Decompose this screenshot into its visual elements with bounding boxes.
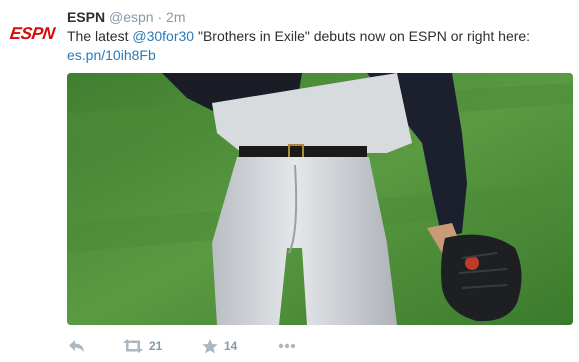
mention-link[interactable]: @30for30: [132, 28, 194, 44]
timestamp[interactable]: 2m: [166, 9, 185, 25]
tweet-header: ESPN @espn · 2m: [67, 8, 186, 26]
reply-icon: [69, 340, 84, 352]
tweet-text-body: "Brothers in Exile" debuts now on ESPN o…: [194, 28, 531, 44]
retweet-icon: [123, 339, 143, 353]
baseball-player-photo: [67, 73, 573, 325]
tweet-text: The latest @30for30 "Brothers in Exile" …: [67, 27, 572, 65]
favorite-button[interactable]: 14: [202, 336, 237, 356]
more-button[interactable]: [278, 336, 296, 356]
tweet-text-prefix: The latest: [67, 28, 133, 44]
espn-logo: ESPN: [8, 24, 56, 43]
tweet-actions: 21 14: [67, 336, 567, 356]
account-handle[interactable]: @espn: [109, 9, 154, 25]
star-icon: [202, 338, 218, 353]
retweet-count: 21: [149, 339, 163, 353]
separator-dot: ·: [157, 9, 163, 25]
favorite-count: 14: [224, 339, 238, 353]
account-name[interactable]: ESPN: [67, 9, 105, 25]
reply-button[interactable]: [69, 336, 85, 356]
url-link[interactable]: es.pn/10ih8Fb: [67, 47, 156, 63]
retweet-button[interactable]: 21: [123, 336, 162, 356]
avatar[interactable]: ESPN: [8, 24, 58, 43]
more-icon: [278, 343, 296, 349]
tweet-photo[interactable]: [67, 73, 573, 325]
